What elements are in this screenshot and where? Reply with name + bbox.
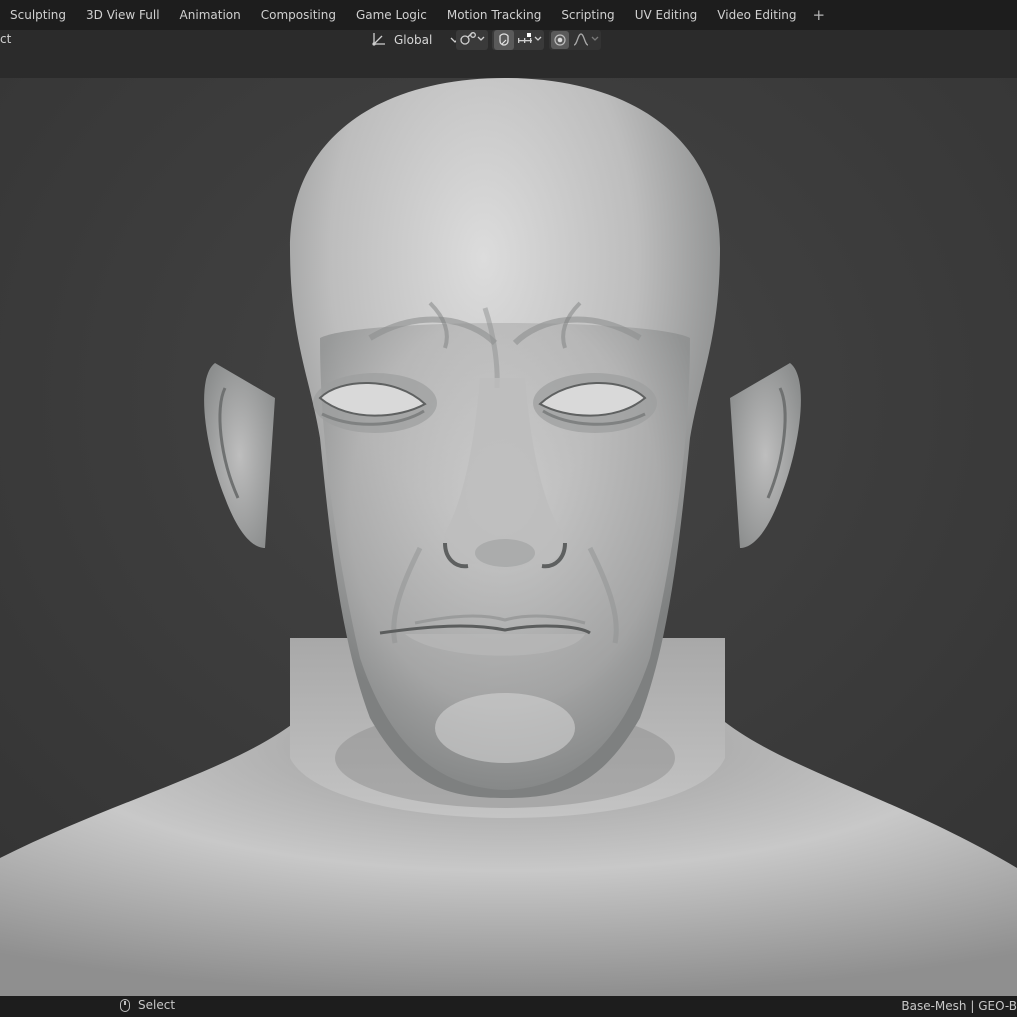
transform-orientation-icon	[370, 31, 388, 50]
tab-video-editing[interactable]: Video Editing	[707, 0, 806, 30]
tab-compositing[interactable]: Compositing	[251, 0, 346, 30]
proportional-editing-icon[interactable]	[551, 31, 569, 49]
sculpted-head-model	[0, 78, 1017, 996]
snap-increment-icon[interactable]	[518, 31, 542, 50]
tab-uv-editing[interactable]: UV Editing	[625, 0, 708, 30]
transform-orientation-dropdown[interactable]: Global	[370, 30, 460, 50]
tab-game-logic[interactable]: Game Logic	[346, 0, 437, 30]
pivot-point-dropdown[interactable]	[456, 30, 488, 50]
status-select-label: Select	[138, 998, 176, 1012]
status-select-hint: Select	[120, 998, 175, 1012]
status-scene-info: Base-Mesh | GEO-B	[901, 999, 1017, 1013]
workspace-tabs: Sculpting 3D View Full Animation Composi…	[0, 0, 1017, 30]
pivot-point-icon	[459, 31, 485, 50]
tab-sculpting[interactable]: Sculpting	[0, 0, 76, 30]
add-workspace-button[interactable]: +	[807, 0, 832, 30]
snapping-controls	[492, 30, 544, 50]
tab-3d-view-full[interactable]: 3D View Full	[76, 0, 170, 30]
tab-animation[interactable]: Animation	[170, 0, 251, 30]
tab-scripting[interactable]: Scripting	[551, 0, 624, 30]
status-bar: Select Base-Mesh | GEO-B	[0, 996, 1017, 1017]
snap-magnet-icon[interactable]	[494, 30, 514, 50]
3d-viewport[interactable]	[0, 78, 1017, 996]
tab-motion-tracking[interactable]: Motion Tracking	[437, 0, 551, 30]
viewport-header: ct Global	[0, 30, 1017, 78]
falloff-curve-icon[interactable]	[573, 31, 599, 50]
header-menu-label[interactable]: ct	[0, 32, 11, 46]
mouse-left-click-icon	[120, 998, 130, 1012]
transform-orientation-value: Global	[394, 33, 433, 47]
proportional-editing-controls	[549, 30, 601, 50]
